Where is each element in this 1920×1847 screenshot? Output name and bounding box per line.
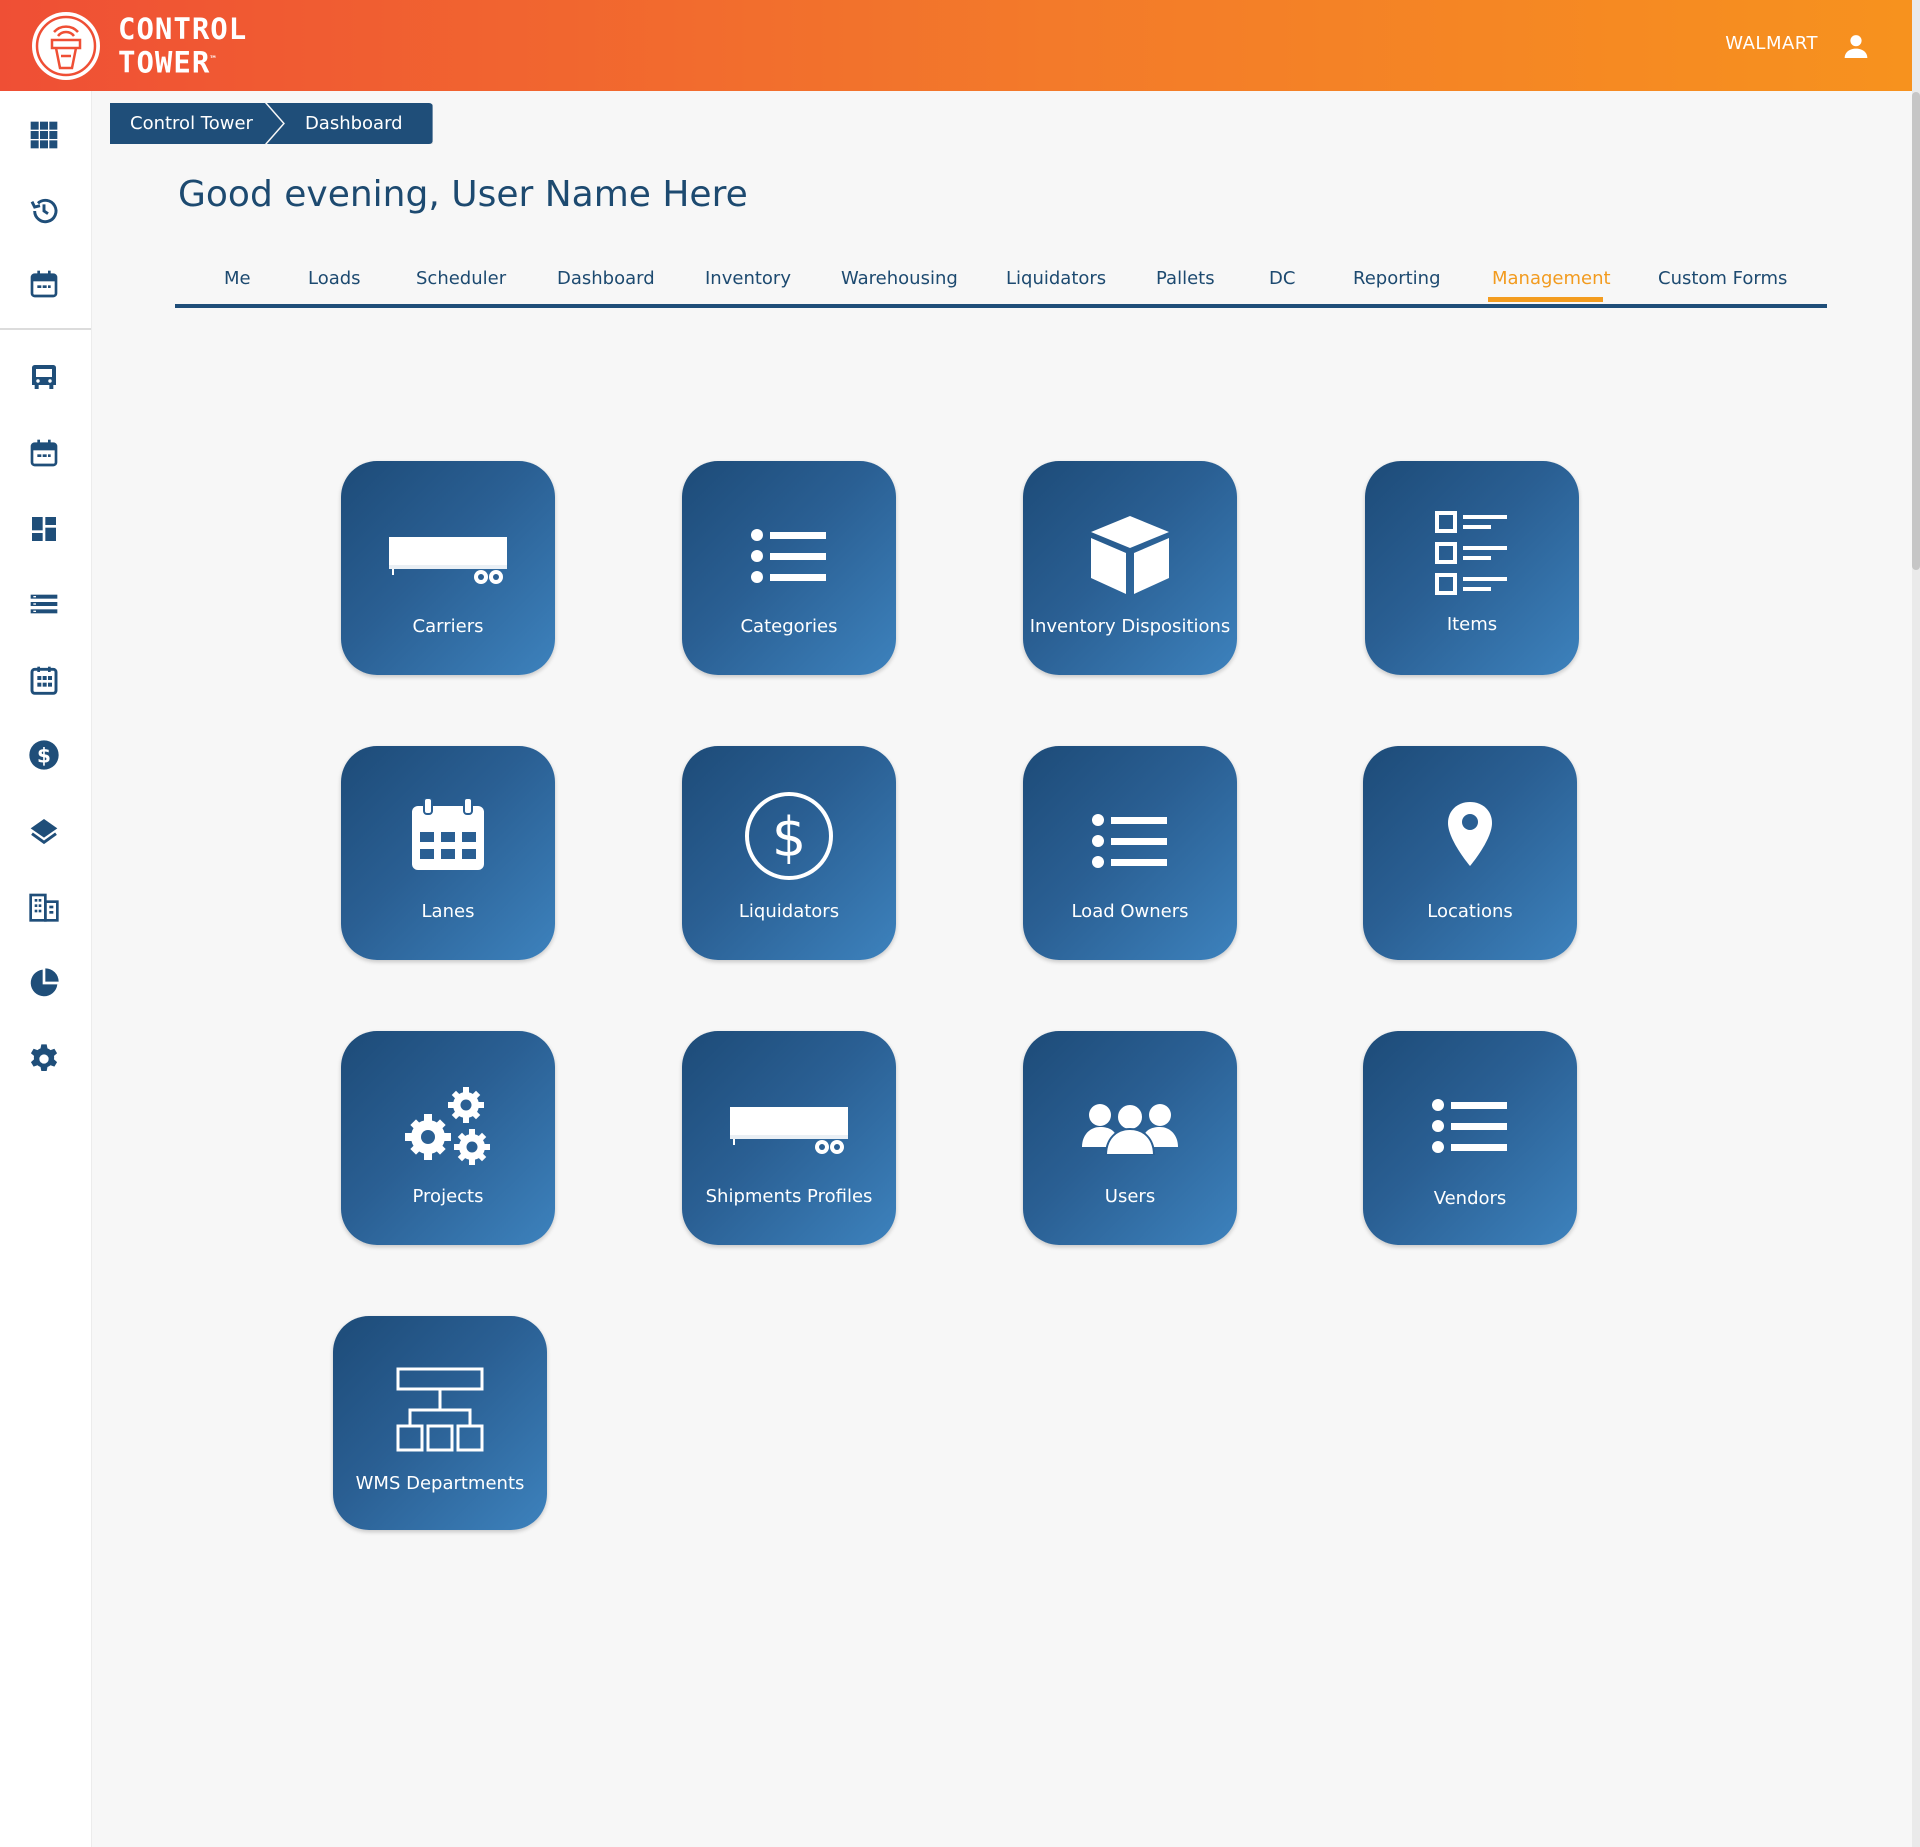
- list-icon: [1092, 814, 1167, 868]
- tile-items[interactable]: Items: [1365, 461, 1579, 675]
- trailer-icon: [389, 537, 507, 584]
- svg-text:$: $: [37, 743, 51, 767]
- list-icon: [1432, 1099, 1507, 1153]
- tab-warehousing[interactable]: Warehousing: [841, 268, 958, 289]
- tile-label: Items: [1446, 614, 1498, 635]
- history-icon[interactable]: [28, 195, 60, 227]
- tab-reporting[interactable]: Reporting: [1353, 268, 1441, 289]
- tile-label: Lanes: [421, 901, 475, 922]
- breadcrumb-item-dashboard[interactable]: Dashboard: [266, 103, 433, 144]
- tile-users[interactable]: Users: [1023, 1031, 1237, 1245]
- calendar-icon[interactable]: [28, 268, 60, 300]
- users-icon: [1082, 1103, 1178, 1155]
- tab-bar: Me Loads Scheduler Dashboard Inventory W…: [175, 262, 1827, 308]
- org-chart-icon: [396, 1367, 484, 1452]
- tile-label: Inventory Dispositions: [1029, 616, 1231, 637]
- tab-scheduler[interactable]: Scheduler: [416, 268, 506, 289]
- logo-line-1: CONTROL: [118, 12, 248, 46]
- trademark: ™: [210, 55, 217, 65]
- tile-load-owners[interactable]: Load Owners: [1023, 746, 1237, 960]
- tile-inventory-dispositions[interactable]: Inventory Dispositions: [1023, 461, 1237, 675]
- tile-label: Carriers: [412, 616, 484, 637]
- tile-label: Shipments Profiles: [705, 1186, 873, 1207]
- app-header: CONTROL TOWER™ WALMART: [0, 0, 1912, 91]
- tile-label: WMS Departments: [355, 1473, 525, 1494]
- apps-grid-icon[interactable]: [28, 119, 60, 151]
- layers-icon[interactable]: [28, 815, 60, 847]
- dollar-icon[interactable]: $: [28, 739, 60, 771]
- dollar-circle-icon: $: [745, 792, 833, 880]
- sidebar: $: [0, 91, 92, 1847]
- account-icon[interactable]: [1840, 30, 1872, 62]
- page-title: Good evening, User Name Here: [178, 174, 748, 215]
- map-pin-icon: [1448, 802, 1492, 866]
- tile-liquidators[interactable]: $ Liquidators: [682, 746, 896, 960]
- list-icon: [751, 529, 826, 583]
- page-scrollbar[interactable]: [1912, 0, 1920, 1847]
- tile-label: Users: [1104, 1186, 1156, 1207]
- calendar-icon[interactable]: [28, 437, 60, 469]
- tab-me[interactable]: Me: [224, 268, 251, 289]
- sidebar-divider: [0, 328, 91, 330]
- pie-chart-icon[interactable]: [28, 967, 60, 999]
- box-icon: [1091, 516, 1169, 594]
- calendar-icon: [412, 798, 484, 870]
- tab-pallets[interactable]: Pallets: [1156, 268, 1215, 289]
- scrollbar-thumb[interactable]: [1912, 92, 1920, 570]
- breadcrumb-item-control-tower[interactable]: Control Tower: [110, 103, 283, 144]
- breadcrumb: Control Tower Dashboard: [110, 103, 433, 144]
- tab-loads[interactable]: Loads: [308, 268, 361, 289]
- tile-projects[interactable]: Projects: [341, 1031, 555, 1245]
- active-tab-indicator: [1488, 297, 1603, 302]
- tile-locations[interactable]: Locations: [1363, 746, 1577, 960]
- tile-wms-departments[interactable]: WMS Departments: [333, 1316, 547, 1530]
- tab-liquidators[interactable]: Liquidators: [1006, 268, 1106, 289]
- tenant-name[interactable]: WALMART: [1725, 33, 1818, 54]
- tile-categories[interactable]: Categories: [682, 461, 896, 675]
- dashboard-icon[interactable]: [28, 513, 60, 545]
- tab-custom-forms[interactable]: Custom Forms: [1658, 268, 1787, 289]
- tile-lanes[interactable]: Lanes: [341, 746, 555, 960]
- tab-dc[interactable]: DC: [1269, 268, 1295, 289]
- tab-inventory[interactable]: Inventory: [705, 268, 791, 289]
- tile-label: Vendors: [1433, 1188, 1507, 1209]
- tile-label: Categories: [740, 616, 838, 637]
- list-icon[interactable]: [28, 588, 60, 620]
- tile-carriers[interactable]: Carriers: [341, 461, 555, 675]
- gear-icon[interactable]: [28, 1043, 60, 1075]
- bus-icon[interactable]: [28, 361, 60, 393]
- svg-text:$: $: [772, 806, 806, 869]
- logo-line-2: TOWER™: [118, 45, 217, 80]
- control-tower-logo-icon[interactable]: [30, 10, 102, 82]
- tile-label: Locations: [1427, 901, 1513, 922]
- trailer-icon: [730, 1107, 848, 1154]
- logo-text: CONTROL TOWER™: [118, 14, 247, 79]
- calendar-grid-icon[interactable]: [28, 664, 60, 696]
- tile-shipments-profiles[interactable]: Shipments Profiles: [682, 1031, 896, 1245]
- tab-management[interactable]: Management: [1492, 268, 1611, 289]
- tile-label: Projects: [412, 1186, 484, 1207]
- tile-label: Liquidators: [738, 901, 840, 922]
- tab-dashboard[interactable]: Dashboard: [557, 268, 655, 289]
- tile-vendors[interactable]: Vendors: [1363, 1031, 1577, 1245]
- tile-label: Load Owners: [1071, 901, 1189, 922]
- gears-icon: [405, 1087, 490, 1165]
- checklist-icon: [1435, 511, 1507, 595]
- building-icon[interactable]: [28, 891, 60, 923]
